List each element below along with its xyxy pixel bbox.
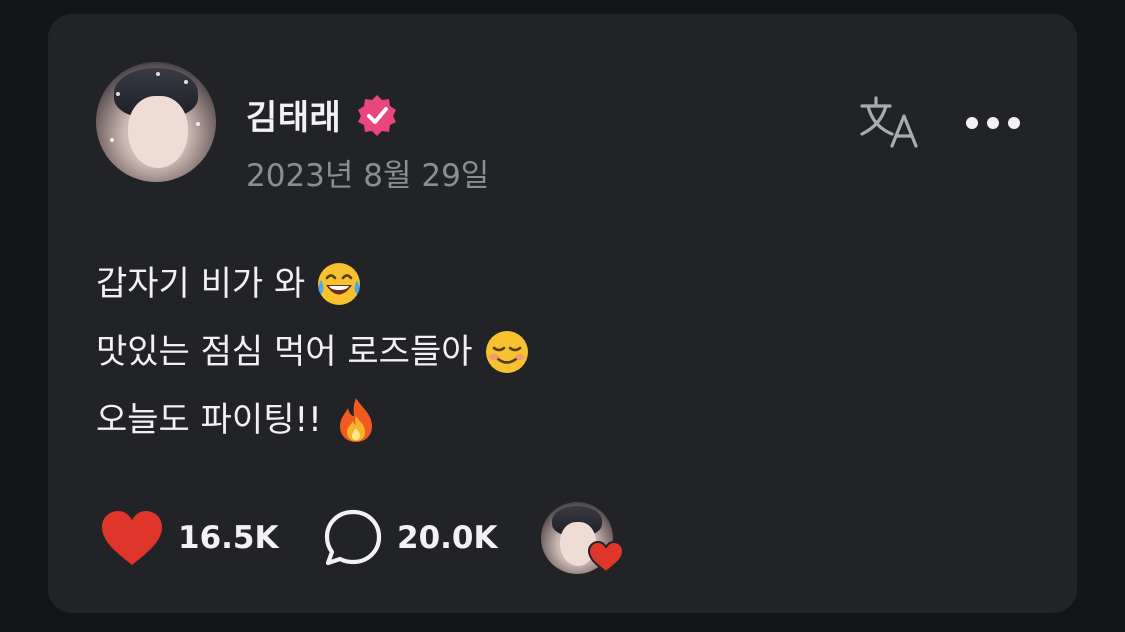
post-actions: 16.5K 20.0K <box>100 502 625 574</box>
post-line-text: 갑자기 비가 와 <box>96 264 306 304</box>
smiling-relaxed-emoji <box>485 331 528 373</box>
author-row: 김태래 <box>246 90 399 139</box>
comment-button[interactable]: 20.0K <box>323 508 541 568</box>
liker-avatar[interactable] <box>541 502 625 574</box>
more-options-icon[interactable] <box>964 114 1022 132</box>
post-card: 김태래 2023년 8월 29일 갑자기 비가 와 맛있는 점심 먹어 로즈들아… <box>48 14 1077 613</box>
joy-laughing-tears-emoji <box>318 263 361 305</box>
heart-icon[interactable] <box>100 509 164 567</box>
heart-badge-icon <box>587 540 625 574</box>
translate-icon[interactable] <box>860 94 920 150</box>
post-line-text: 오늘도 파이팅!! <box>96 400 322 440</box>
like-button[interactable]: 16.5K <box>100 509 323 567</box>
post-date: 2023년 8월 29일 <box>246 158 490 194</box>
comment-count: 20.0K <box>397 520 498 556</box>
fire-emoji <box>339 398 372 442</box>
author-avatar[interactable] <box>96 62 216 182</box>
like-count: 16.5K <box>178 520 279 556</box>
post-line: 맛있는 점심 먹어 로즈들아 <box>96 318 531 386</box>
comment-bubble-icon[interactable] <box>323 508 383 568</box>
author-name[interactable]: 김태래 <box>246 90 341 139</box>
verified-badge-icon <box>358 94 397 136</box>
post-line: 오늘도 파이팅!! <box>96 386 531 454</box>
post-body: 갑자기 비가 와 맛있는 점심 먹어 로즈들아 오늘도 파이팅!! <box>96 250 531 454</box>
post-line-text: 맛있는 점심 먹어 로즈들아 <box>96 332 473 372</box>
post-line: 갑자기 비가 와 <box>96 250 531 318</box>
